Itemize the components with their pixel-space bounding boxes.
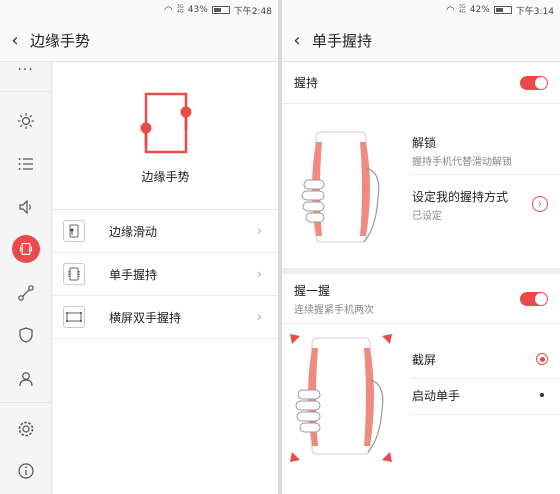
speaker-icon[interactable] (0, 192, 52, 222)
unlock-title: 解锁 (412, 136, 437, 150)
battery-icon (493, 6, 512, 14)
app-bar: ‹ 边缘手势 (0, 20, 278, 62)
unlock-subtitle: 握持手机代替滑动解锁 (412, 157, 512, 168)
status-bar: ◠ 3G 4G 42% 下午3:14 (282, 0, 560, 20)
side-rail: ··· (0, 62, 52, 494)
one-hand-mode-option[interactable]: 启动单手 (412, 384, 544, 406)
menu-edge-swipe[interactable]: 边缘滑动 › (53, 210, 278, 253)
page-title: 边缘手势 (30, 32, 91, 50)
menu-label: 单手握持 (109, 267, 158, 282)
shield-icon[interactable] (0, 320, 52, 350)
squeeze-options: 截屏 启动单手 (282, 324, 560, 470)
chevron-right-icon: › (256, 309, 262, 325)
hero: 边缘手势 (53, 62, 278, 210)
battery-icon (211, 6, 230, 14)
option-divider (412, 414, 560, 415)
brightness-icon[interactable] (0, 106, 52, 136)
squeeze-title: 握一握 (294, 283, 331, 298)
edge-swipe-icon (63, 220, 85, 242)
hero-label: 边缘手势 (141, 170, 190, 184)
grip-title: 握持 (294, 76, 319, 90)
screenshot-option[interactable]: 截屏 (412, 348, 548, 370)
clock: 下午2:48 (233, 6, 272, 17)
chevron-right-icon: › (532, 196, 548, 212)
grip-method-option[interactable]: 设定我的握持方式 已设定 › (412, 188, 548, 222)
back-button[interactable]: ‹ (0, 30, 30, 51)
connection-icon[interactable] (0, 278, 52, 308)
clock: 下午3:14 (515, 6, 554, 17)
chevron-right-icon: › (256, 223, 262, 239)
menu-landscape-two-hand-grip[interactable]: 横屏双手握持 › (53, 296, 278, 339)
edge-gesture-illustration-icon (140, 92, 191, 154)
grip-method-subtitle: 已设定 (412, 211, 442, 222)
app-bar: ‹ 单手握持 (282, 20, 560, 62)
menu-one-hand-grip[interactable]: 单手握持 › (53, 253, 278, 296)
wifi-icon: ◠ (445, 4, 455, 16)
unlock-option[interactable]: 解锁 握持手机代替滑动解锁 (412, 134, 548, 168)
grip-row: 握持 (282, 62, 560, 104)
back-button[interactable]: ‹ (282, 30, 312, 51)
signal-icon: 3G 4G (176, 4, 184, 15)
status-bar: ◠ 3G 4G 43% 下午2:48 (0, 0, 278, 20)
screenshot-radio[interactable] (536, 353, 548, 365)
battery-percent: 42% (469, 5, 490, 15)
squeeze-hand-illustration-icon (290, 334, 392, 462)
user-icon[interactable] (0, 364, 52, 394)
one-hand-mode-radio[interactable] (540, 393, 544, 397)
option-divider (412, 378, 560, 379)
battery-percent: 43% (187, 5, 208, 15)
landscape-grip-icon (63, 306, 85, 328)
edge-gesture-panel: 边缘手势 边缘滑动 › 单手握持 › 横屏双手握持 › (53, 62, 278, 494)
screenshot-label: 截屏 (412, 352, 437, 367)
one-hand-grip-icon (63, 263, 85, 285)
left-screen: ◠ 3G 4G 43% 下午2:48 ‹ 边缘手势 ··· 边缘手势 边缘滑动 … (0, 0, 278, 494)
edge-gesture-icon[interactable] (0, 234, 52, 264)
more-icon[interactable]: ··· (0, 62, 51, 92)
one-hand-mode-label: 启动单手 (412, 388, 461, 403)
option-divider (412, 174, 560, 175)
squeeze-row: 握一握 连续握紧手机两次 (282, 274, 560, 324)
list-icon[interactable] (0, 149, 52, 179)
chevron-right-icon: › (256, 266, 262, 282)
rail-divider (0, 402, 51, 403)
settings-gear-icon[interactable] (0, 414, 52, 444)
grip-toggle[interactable] (520, 75, 548, 90)
grip-hand-illustration-icon (301, 131, 380, 243)
menu-label: 边缘滑动 (109, 224, 158, 239)
page-title: 单手握持 (312, 32, 373, 50)
signal-icon: 3G 4G (458, 4, 466, 15)
wifi-icon: ◠ (163, 4, 173, 16)
right-screen: ◠ 3G 4G 42% 下午3:14 ‹ 单手握持 握持 解锁 握持手机代替滑动解… (282, 0, 560, 494)
grip-options: 解锁 握持手机代替滑动解锁 设定我的握持方式 已设定 › (282, 104, 560, 268)
info-icon[interactable] (0, 456, 52, 486)
grip-method-title: 设定我的握持方式 (412, 190, 509, 204)
menu-label: 横屏双手握持 (109, 310, 182, 325)
squeeze-subtitle: 连续握紧手机两次 (294, 304, 374, 316)
squeeze-toggle[interactable] (520, 291, 548, 306)
